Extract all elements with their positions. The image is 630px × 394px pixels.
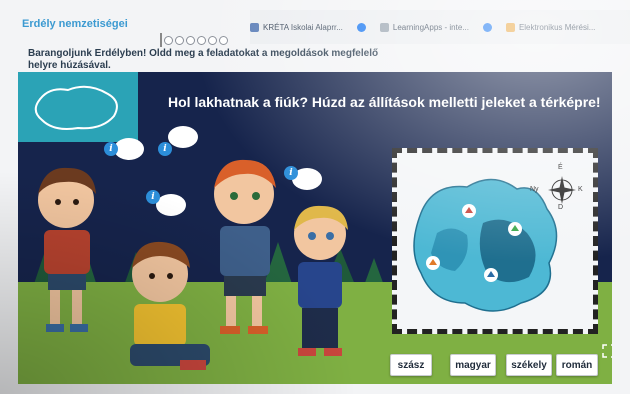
instruction-text: Barangoljunk Erdélyben! Oldd meg a felad…: [28, 48, 379, 71]
compass-west: Ny: [530, 186, 539, 193]
answer-button-szasz[interactable]: szász: [390, 354, 432, 376]
fullscreen-icon[interactable]: [602, 344, 612, 358]
bookmark-learningapps[interactable]: LearningApps - inte...: [379, 22, 469, 32]
bookmark-label: LearningApps - inte...: [392, 22, 469, 32]
speech-bubble: [114, 138, 144, 160]
answer-button-magyar[interactable]: magyar: [450, 354, 496, 376]
progress-dot[interactable]: [164, 35, 173, 45]
app-title: Erdély nemzetiségei: [22, 18, 128, 30]
bookmark-kreta[interactable]: KRÉTA Iskolai Alaprr...: [250, 22, 343, 32]
compass-east: K: [578, 186, 583, 193]
boy-saxon[interactable]: [24, 160, 104, 340]
progress-indicator: [160, 33, 228, 47]
emeresi-icon: [505, 22, 515, 32]
compass-north: É: [558, 164, 563, 171]
progress-dot[interactable]: [186, 35, 195, 45]
answer-button-roman[interactable]: román: [556, 354, 598, 376]
region-banner: [18, 72, 138, 142]
progress-dot[interactable]: [175, 35, 184, 45]
bookmarks-bar: KRÉTA Iskolai Alaprr... LearningApps - i…: [250, 10, 630, 44]
question-title: Hol lakhatnak a fiúk? Húzd az állítások …: [168, 94, 601, 110]
bookmark-label: Elektronikus Mérési...: [518, 22, 596, 32]
boy-romanian[interactable]: [280, 192, 360, 382]
info-icon[interactable]: i: [158, 142, 172, 156]
info-icon[interactable]: i: [146, 190, 160, 204]
compass-south: D: [558, 204, 564, 211]
screen: KRÉTA Iskolai Alaprr... LearningApps - i…: [0, 0, 630, 394]
bookmark-emeresi[interactable]: Elektronikus Mérési...: [505, 22, 596, 32]
progress-dot[interactable]: [208, 35, 217, 45]
progress-bar-start: [160, 33, 162, 47]
bookmark-facebook[interactable]: [356, 22, 366, 32]
progress-dot[interactable]: [219, 35, 228, 45]
bookmark-facebook-2[interactable]: [482, 22, 492, 32]
speech-bubble: [168, 126, 198, 148]
facebook-icon: [482, 22, 492, 32]
info-icon[interactable]: i: [104, 142, 118, 156]
answer-button-szekely[interactable]: székely: [506, 354, 552, 376]
progress-dot[interactable]: [197, 35, 206, 45]
speech-bubble: [156, 194, 186, 216]
facebook-icon: [356, 22, 366, 32]
boy-szekely[interactable]: [198, 144, 288, 344]
region-outline-icon: [34, 85, 118, 130]
game-canvas: Hol lakhatnak a fiúk? Húzd az állítások …: [18, 72, 612, 384]
kreta-icon: [250, 22, 259, 32]
bookmark-label: KRÉTA Iskolai Alaprr...: [263, 22, 343, 32]
learningapps-icon: [379, 22, 389, 32]
